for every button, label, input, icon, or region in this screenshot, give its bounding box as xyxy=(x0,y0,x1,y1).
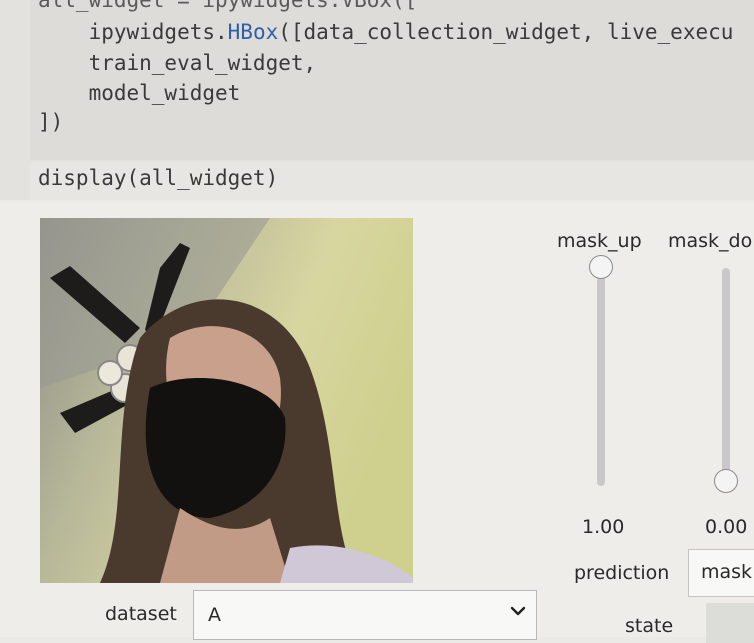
slider-track-mask-up[interactable] xyxy=(597,268,605,486)
slider-handle-mask-down[interactable] xyxy=(714,469,738,493)
slider-label-mask-down: mask_do xyxy=(668,230,753,252)
dataset-selected-value: A xyxy=(208,604,221,626)
prediction-label: prediction xyxy=(574,562,670,584)
slider-value-mask-down: 0.00 xyxy=(705,516,748,538)
code-cell[interactable]: all_widget = ipywidgets.VBox([ ipywidget… xyxy=(0,0,754,200)
code-line: all_widget = ipywidgets.VBox([ xyxy=(38,0,418,12)
code-token: ([data_collection_widget, live_execu xyxy=(278,20,734,44)
state-field[interactable] xyxy=(706,603,754,643)
display-line: display(all_widget) xyxy=(38,166,279,190)
camera-feed-image xyxy=(40,218,413,583)
chevron-down-icon[interactable] xyxy=(508,601,528,621)
code-line: model_widget xyxy=(38,81,241,105)
state-label: state xyxy=(625,615,674,637)
slider-value-mask-up: 1.00 xyxy=(582,516,625,538)
slider-label-mask-up: mask_up xyxy=(557,230,642,252)
dataset-label: dataset xyxy=(105,603,177,625)
prediction-field[interactable]: mask xyxy=(688,549,754,597)
code-token: ipywidgets. xyxy=(38,20,228,44)
code-line: train_eval_widget, xyxy=(38,51,317,75)
code-line: ]) xyxy=(38,110,64,134)
slider-handle-mask-up[interactable] xyxy=(589,255,613,279)
prediction-value: mask xyxy=(701,561,753,583)
dataset-dropdown[interactable]: A xyxy=(193,590,537,640)
code-keyword: HBox xyxy=(227,20,279,44)
slider-track-mask-down[interactable] xyxy=(722,268,730,486)
code-line: ipywidgets.HBox([data_collection_widget,… xyxy=(38,20,734,44)
